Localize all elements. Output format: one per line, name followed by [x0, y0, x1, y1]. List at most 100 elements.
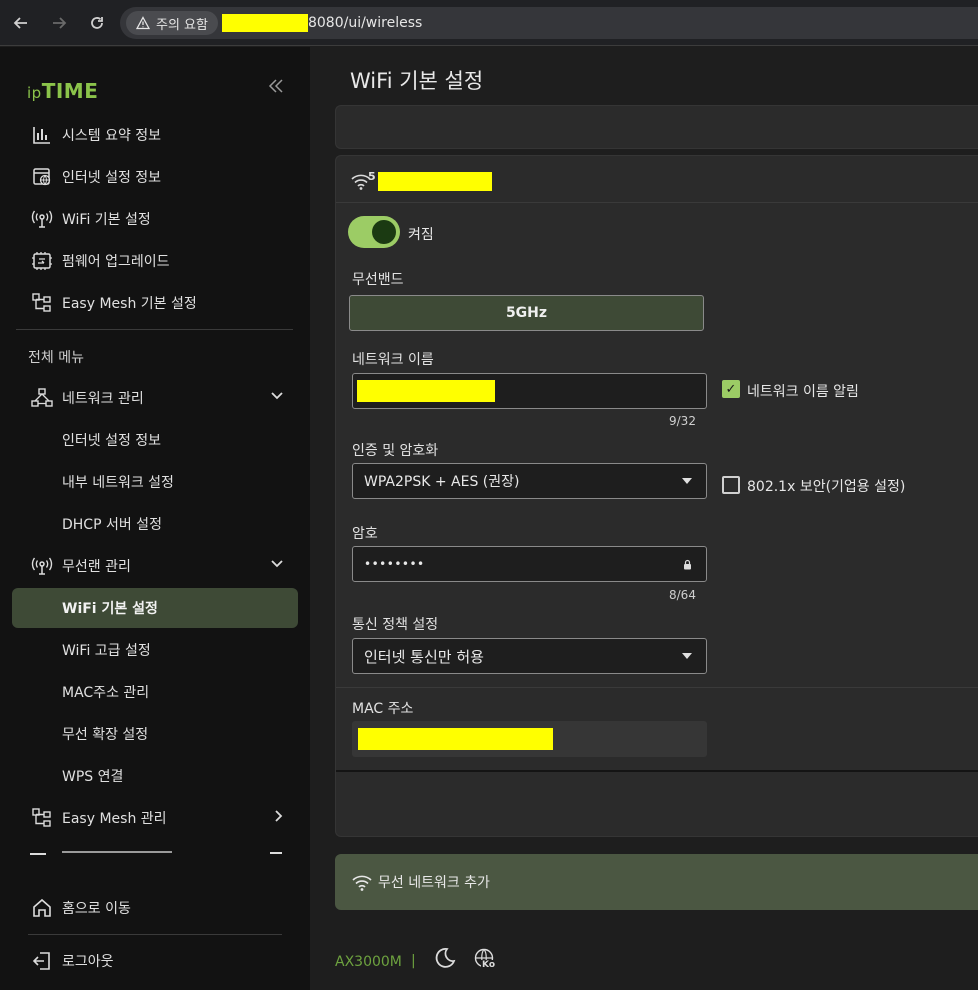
sidebar-item-label: 인터넷 설정 정보 [62, 170, 162, 186]
sidebar-item-label: DHCP 서버 설정 [62, 517, 162, 533]
wifi-icon [352, 873, 372, 891]
browser-toolbar: 주의 요함 8080/ui/wireless [0, 0, 978, 46]
broadcast-name-checkbox[interactable]: ✓ [722, 380, 740, 398]
redacted-mac [358, 728, 553, 750]
double-chevron-left-icon [268, 79, 283, 93]
sidebar-item-internet-settings[interactable]: 인터넷 설정 정보 [12, 420, 298, 460]
home-icon [28, 897, 56, 919]
top-card [335, 105, 978, 149]
sidebar-item-label: 시스템 요약 정보 [62, 128, 162, 144]
bar-chart-icon [28, 124, 56, 146]
sidebar-item-system-summary[interactable]: 시스템 요약 정보 [12, 115, 298, 155]
model-name: AX3000M [335, 954, 402, 970]
band-superscript: 5 [368, 170, 376, 183]
reload-icon [91, 16, 103, 29]
card-footer-divider [336, 770, 978, 772]
iptime-logo: ipTIME [27, 79, 99, 103]
wireless-tower-icon [28, 555, 56, 577]
security-warning-chip[interactable]: 주의 요함 [126, 11, 218, 35]
card-divider [336, 687, 978, 688]
chevron-right-icon [274, 809, 284, 827]
sidebar-item-label: 무선랜 관리 [62, 559, 131, 575]
password-counter: 8/64 [669, 588, 696, 602]
network-name-label: 네트워크 이름 [352, 352, 434, 368]
sidebar-item-label: 인터넷 설정 정보 [62, 433, 162, 449]
forward-button[interactable] [42, 6, 76, 40]
policy-label: 통신 정책 설정 [352, 617, 439, 633]
sidebar-item-internal-network[interactable]: 내부 네트워크 설정 [12, 462, 298, 502]
dropdown-caret-icon [682, 653, 692, 659]
sidebar-item-firmware[interactable]: 펌웨어 업그레이드 [12, 241, 298, 281]
network-topology-icon [28, 387, 56, 409]
password-label: 암호 [352, 526, 378, 542]
toggle-label: 켜짐 [408, 227, 434, 243]
collapse-sidebar-button[interactable] [268, 77, 284, 98]
enterprise-8021x-label: 802.1x 보안(기업용 설정) [747, 479, 906, 495]
auth-select[interactable]: WPA2PSK + AES (권장) [352, 463, 707, 499]
sidebar-item-wps[interactable]: WPS 연결 [12, 756, 298, 796]
policy-selected-value: 인터넷 통신만 허용 [364, 647, 484, 666]
sidebar-item-label: 펌웨어 업그레이드 [62, 254, 170, 270]
address-bar[interactable]: 주의 요함 8080/ui/wireless [120, 7, 978, 39]
back-button[interactable] [4, 6, 38, 40]
sidebar-group-wireless[interactable]: 무선랜 관리 [12, 546, 298, 586]
add-wireless-network-button[interactable]: 무선 네트워크 추가 [335, 854, 978, 910]
network-name-counter: 9/32 [669, 414, 696, 428]
firmware-chip-icon [28, 250, 56, 272]
sidebar-item-easymesh-basic[interactable]: Easy Mesh 기본 설정 [12, 283, 298, 323]
lock-icon [683, 558, 692, 574]
sidebar-item-label: Easy Mesh 기본 설정 [62, 296, 197, 312]
add-network-label: 무선 네트워크 추가 [378, 875, 490, 891]
auth-label: 인증 및 암호화 [352, 443, 439, 459]
band-label: 무선밴드 [352, 272, 404, 288]
sidebar-divider [16, 329, 293, 330]
sidebar-item-logout[interactable]: 로그아웃 [12, 941, 298, 981]
toggle-knob [372, 220, 396, 244]
globe-window-icon [28, 166, 56, 188]
sidebar-item-label: WiFi 고급 설정 [62, 643, 151, 659]
language-button[interactable]: Ko [474, 948, 498, 972]
broadcast-name-label: 네트워크 이름 알림 [747, 384, 859, 400]
network-name-input[interactable] [352, 373, 707, 409]
sidebar: ipTIME 시스템 요약 정보 인터넷 설정 정보 WiFi 기본 설정 펌웨… [0, 47, 310, 990]
sidebar-item-label: WiFi 기본 설정 [62, 601, 158, 617]
policy-select[interactable]: 인터넷 통신만 허용 [352, 638, 707, 674]
sidebar-item-wireless-extension[interactable]: 무선 확장 설정 [12, 714, 298, 754]
sidebar-item-label: 내부 네트워크 설정 [62, 475, 174, 491]
dropdown-caret-icon [682, 478, 692, 484]
sidebar-item-wifi-basic[interactable]: WiFi 기본 설정 [12, 588, 298, 628]
sidebar-item-wifi-advanced[interactable]: WiFi 고급 설정 [12, 630, 298, 670]
arrow-right-icon [53, 16, 67, 29]
url-text: 8080/ui/wireless [307, 15, 423, 31]
sidebar-item-mac-management[interactable]: MAC주소 관리 [12, 672, 298, 712]
chevron-down-icon [270, 389, 284, 405]
sidebar-item-dhcp-server[interactable]: DHCP 서버 설정 [12, 504, 298, 544]
sidebar-item-wifi-basic-quick[interactable]: WiFi 기본 설정 [12, 199, 298, 239]
wireless-tower-icon [28, 208, 56, 230]
dark-mode-toggle[interactable] [434, 947, 456, 973]
sidebar-group-network[interactable]: 네트워크 관리 [12, 378, 298, 418]
sidebar-group-easymesh[interactable]: Easy Mesh 관리 [12, 798, 298, 838]
wifi-power-toggle[interactable] [348, 216, 400, 248]
all-menu-label: 전체 메뉴 [28, 350, 84, 366]
mac-address-field [352, 721, 707, 757]
sidebar-item-cutoff [28, 848, 288, 860]
enterprise-8021x-checkbox[interactable] [722, 476, 740, 494]
warning-triangle-icon [136, 16, 150, 30]
sidebar-item-label: WiFi 기본 설정 [62, 212, 151, 228]
logout-icon [28, 950, 56, 972]
language-badge: Ko [481, 960, 496, 970]
band-5ghz-button[interactable]: 5GHz [349, 295, 704, 331]
sidebar-item-label: WPS 연결 [62, 769, 124, 785]
password-input[interactable]: •••••••• [352, 546, 707, 582]
auth-selected-value: WPA2PSK + AES (권장) [364, 474, 520, 490]
wifi-settings-card: 5 켜짐 무선밴드 5GHz 네트워크 이름 9/32 ✓ 네트워크 이름 알림… [335, 155, 978, 837]
sidebar-item-label: MAC주소 관리 [62, 685, 150, 701]
page-title: WiFi 기본 설정 [350, 69, 484, 93]
sidebar-item-home[interactable]: 홈으로 이동 [12, 888, 298, 928]
password-value: •••••••• [364, 557, 425, 571]
sidebar-item-label: 홈으로 이동 [62, 901, 131, 917]
sidebar-item-internet-info[interactable]: 인터넷 설정 정보 [12, 157, 298, 197]
sidebar-item-label: 네트워크 관리 [62, 391, 144, 407]
reload-button[interactable] [80, 6, 114, 40]
